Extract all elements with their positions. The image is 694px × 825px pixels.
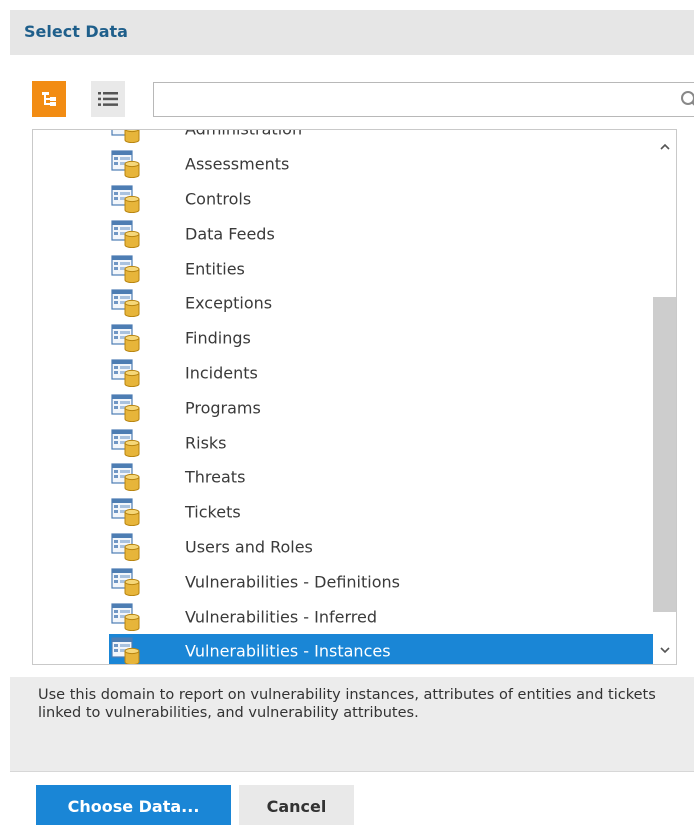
- list-item-label: Vulnerabilities - Instances: [185, 641, 391, 661]
- scroll-up-button[interactable]: [653, 136, 676, 156]
- data-table-icon: [111, 637, 145, 664]
- scroll-thumb[interactable]: [653, 297, 676, 612]
- data-table-icon: [111, 220, 145, 248]
- list-item[interactable]: Vulnerabilities - Inferred: [33, 599, 653, 634]
- search-input[interactable]: [154, 83, 634, 116]
- list-item[interactable]: Entities: [33, 251, 653, 286]
- data-table-icon: [111, 428, 145, 457]
- data-table-icon: [111, 359, 145, 388]
- search-icon[interactable]: [680, 90, 694, 110]
- list-item[interactable]: Assessments: [33, 147, 653, 182]
- list-item[interactable]: Users and Roles: [33, 530, 653, 565]
- list-item-label: Entities: [185, 259, 245, 279]
- list-item-label: Assessments: [185, 154, 290, 174]
- list-item[interactable]: Vulnerabilities - Definitions: [33, 564, 653, 599]
- dialog-title: Select Data: [24, 22, 128, 41]
- dialog-header: Select Data: [10, 10, 694, 55]
- list-item[interactable]: Controls: [33, 182, 653, 217]
- list-items: Administration Assessments Controls Data Fe…: [33, 130, 653, 664]
- list-item-label: Vulnerabilities - Definitions: [185, 572, 400, 592]
- list-view-icon: [98, 92, 118, 106]
- choose-data-button[interactable]: Choose Data...: [36, 785, 231, 825]
- list-item[interactable]: Threats: [33, 460, 653, 495]
- data-table-icon: [111, 324, 145, 353]
- data-table-icon: [111, 289, 145, 318]
- list-item-label: Findings: [185, 328, 251, 348]
- list-item[interactable]: Exceptions: [33, 286, 653, 321]
- data-domain-list: Administration Assessments Controls Data Fe…: [32, 129, 677, 665]
- list-item-label: Tickets: [185, 502, 241, 522]
- list-item-label: Controls: [185, 189, 252, 209]
- list-item[interactable]: Programs: [33, 390, 653, 425]
- list-item-label: Vulnerabilities - Inferred: [185, 607, 378, 627]
- data-table-icon: [111, 394, 145, 422]
- list-item-label: Incidents: [185, 363, 258, 383]
- list-item-label: Threats: [185, 467, 246, 487]
- data-table-icon: [111, 463, 145, 492]
- data-table-icon: [111, 150, 145, 179]
- chevron-up-icon: [659, 143, 670, 150]
- toolbar: [32, 81, 694, 119]
- list-view-button[interactable]: [91, 81, 125, 117]
- list-item[interactable]: Tickets: [33, 495, 653, 530]
- tree-view-button[interactable]: [32, 81, 66, 117]
- cancel-button[interactable]: Cancel: [239, 785, 354, 825]
- list-item-label: Data Feeds: [185, 224, 275, 244]
- list-item[interactable]: Administration: [33, 130, 653, 147]
- list-item[interactable]: Data Feeds: [33, 216, 653, 251]
- data-table-icon: [111, 568, 145, 596]
- scroll-down-button[interactable]: [653, 640, 676, 660]
- list-viewport: Administration Assessments Controls Data Fe…: [33, 130, 653, 664]
- domain-description: Use this domain to report on vulnerabili…: [38, 687, 656, 721]
- data-table-icon: [111, 130, 145, 144]
- list-item-label: Administration: [185, 130, 302, 139]
- chevron-down-icon: [659, 646, 670, 653]
- list-item[interactable]: Vulnerabilities - Instances: [33, 633, 653, 664]
- list-item-label: Programs: [185, 398, 261, 418]
- data-table-icon: [111, 602, 145, 631]
- description-panel: Use this domain to report on vulnerabili…: [10, 677, 694, 772]
- list-item[interactable]: Incidents: [33, 356, 653, 391]
- data-table-icon: [111, 498, 145, 527]
- list-item-label: Users and Roles: [185, 537, 313, 557]
- scrollbar[interactable]: [653, 130, 676, 664]
- data-table-icon: [111, 185, 145, 214]
- search-box: [153, 82, 694, 117]
- list-item-label: Risks: [185, 433, 227, 453]
- list-item[interactable]: Findings: [33, 321, 653, 356]
- data-table-icon: [111, 533, 145, 562]
- data-table-icon: [111, 254, 145, 283]
- list-item-label: Exceptions: [185, 293, 273, 313]
- tree-view-icon: [42, 92, 56, 106]
- list-item[interactable]: Risks: [33, 425, 653, 460]
